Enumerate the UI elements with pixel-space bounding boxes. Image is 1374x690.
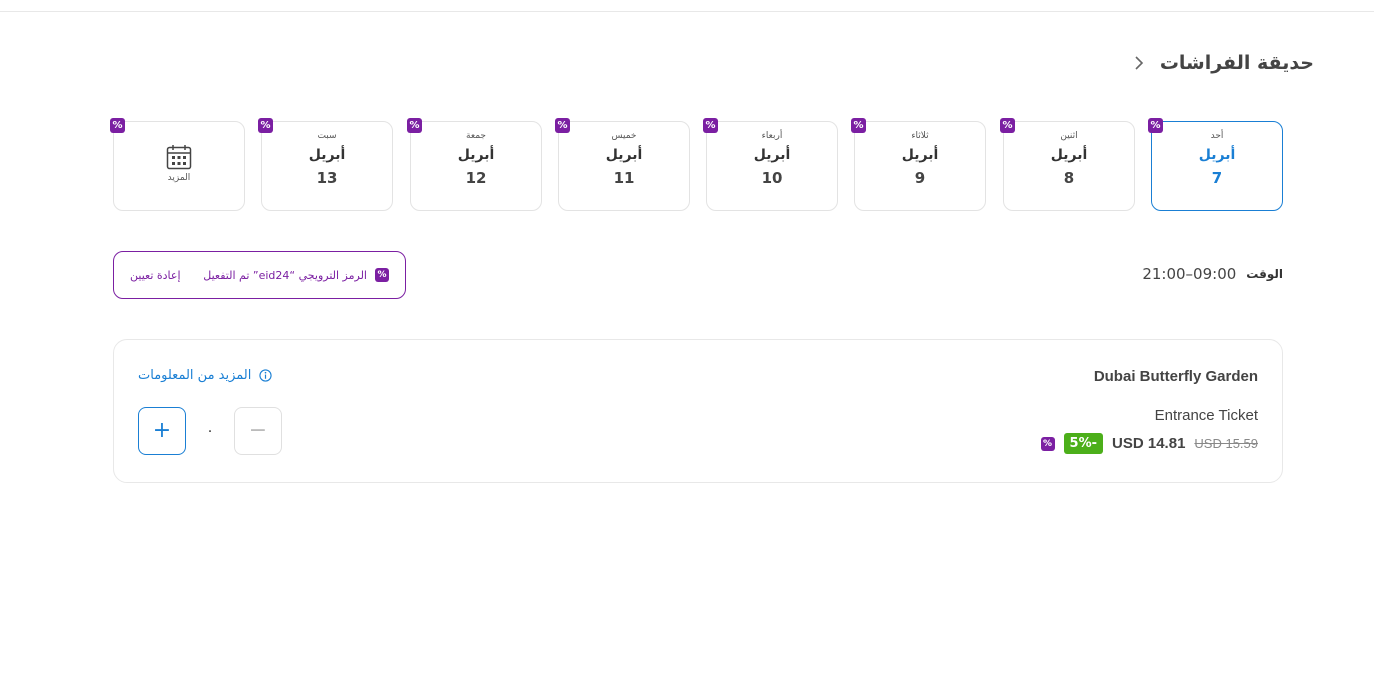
promo-badge-icon: %	[1148, 118, 1163, 133]
top-divider	[0, 11, 1374, 12]
promo-message: % الرمز الترويجي “eid24” تم التفعيل	[203, 268, 389, 282]
ticket-card: Dubai Butterfly Garden Entrance Ticket U…	[113, 339, 1283, 483]
page-title: حديقة الفراشات	[1159, 52, 1314, 74]
date-card-10[interactable]: % أربعاء أبريل 10	[703, 118, 838, 211]
day-of-week: أربعاء	[761, 131, 783, 141]
month-label: أبريل	[901, 147, 939, 163]
ticket-venue-title: Dubai Butterfly Garden	[1093, 368, 1258, 385]
day-number: 13	[316, 169, 338, 187]
day-of-week: اثنين	[1060, 131, 1078, 141]
month-label: أبريل	[1050, 147, 1088, 163]
more-dates-label: المزيد	[167, 173, 191, 183]
decrease-quantity-button[interactable]: −	[234, 407, 282, 455]
day-number: 10	[761, 169, 783, 187]
discounted-price: USD 14.81	[1112, 435, 1186, 452]
date-card-8[interactable]: % اثنين أبريل 8	[1000, 118, 1135, 211]
day-number: 9	[914, 169, 926, 187]
date-selector: % أحد أبريل 7 % اثنين أبريل 8 % ثلاثاء أ…	[110, 118, 1283, 211]
increase-quantity-button[interactable]: +	[138, 407, 186, 455]
day-number: 11	[613, 169, 635, 187]
promo-badge-icon: %	[555, 118, 570, 133]
day-of-week: سبت	[317, 131, 337, 141]
date-card-12[interactable]: % جمعة أبريل 12	[407, 118, 542, 211]
more-dates-button[interactable]: % المزيد	[110, 118, 245, 211]
quantity-stepper: + ٠ −	[138, 407, 282, 455]
month-label: أبريل	[457, 147, 495, 163]
date-card-13[interactable]: % سبت أبريل 13	[258, 118, 393, 211]
date-card-7[interactable]: % أحد أبريل 7	[1148, 118, 1283, 211]
month-label: أبريل	[753, 147, 791, 163]
percent-icon: %	[375, 268, 389, 282]
original-price: USD 15.59	[1194, 436, 1258, 451]
more-info-link[interactable]: المزيد من المعلومات	[138, 368, 273, 383]
chevron-right-icon[interactable]	[1132, 56, 1146, 70]
calendar-icon	[166, 145, 192, 170]
day-of-week: خميس	[611, 131, 637, 141]
day-of-week: أحد	[1210, 131, 1224, 141]
quantity-value: ٠	[206, 423, 214, 439]
opening-hours: الوقت 21:00–09:00	[1142, 265, 1283, 283]
day-of-week: جمعة	[466, 131, 486, 141]
promo-badge-icon: %	[1000, 118, 1015, 133]
promo-badge-icon: %	[703, 118, 718, 133]
discount-badge: -5%	[1063, 433, 1104, 454]
percent-icon: %	[1040, 436, 1055, 451]
day-of-week: ثلاثاء	[911, 131, 929, 141]
price-row: USD 15.59 USD 14.81 -5% %	[1040, 433, 1258, 454]
day-number: 12	[465, 169, 487, 187]
promo-code-box: % الرمز الترويجي “eid24” تم التفعيل إعاد…	[113, 251, 406, 299]
day-number: 8	[1063, 169, 1075, 187]
more-info-label: المزيد من المعلومات	[138, 368, 252, 383]
promo-message-text: الرمز الترويجي “eid24” تم التفعيل	[203, 268, 367, 282]
ticket-type: Entrance Ticket	[1154, 407, 1258, 424]
page-header: حديقة الفراشات	[1132, 52, 1314, 74]
month-label: أبريل	[605, 147, 643, 163]
time-label: الوقت	[1246, 267, 1283, 281]
promo-badge-icon: %	[851, 118, 866, 133]
promo-badge-icon: %	[407, 118, 422, 133]
day-number: 7	[1211, 169, 1223, 187]
date-card-11[interactable]: % خميس أبريل 11	[555, 118, 690, 211]
month-label: أبريل	[1198, 147, 1236, 163]
info-icon	[259, 369, 273, 382]
reset-promo-link[interactable]: إعادة تعيين	[130, 269, 181, 282]
promo-badge-icon: %	[258, 118, 273, 133]
date-card-9[interactable]: % ثلاثاء أبريل 9	[851, 118, 986, 211]
month-label: أبريل	[308, 147, 346, 163]
promo-badge-icon: %	[110, 118, 125, 133]
time-value: 21:00–09:00	[1142, 265, 1237, 283]
